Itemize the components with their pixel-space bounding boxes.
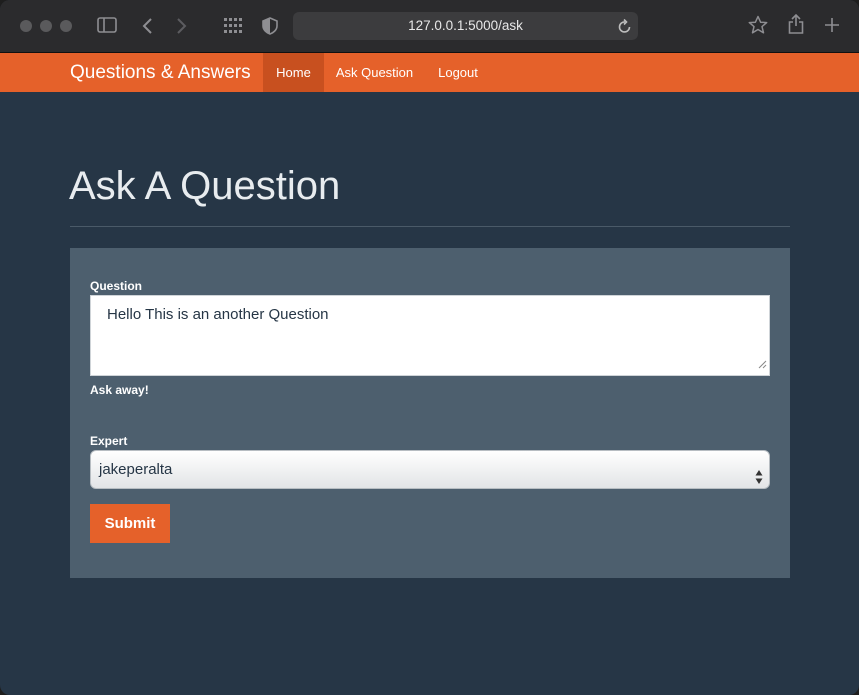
question-label: Question: [90, 279, 143, 293]
submit-button[interactable]: Submit: [90, 504, 170, 543]
browser-toolbar: 127.0.0.1:5000/ask: [0, 0, 859, 53]
question-textarea[interactable]: Hello This is an another Question: [90, 295, 770, 376]
share-icon[interactable]: [788, 14, 804, 34]
expert-select[interactable]: jakeperalta: [90, 450, 770, 489]
nav-logout[interactable]: Logout: [432, 53, 484, 92]
address-bar[interactable]: 127.0.0.1:5000/ask: [293, 12, 638, 40]
ask-question-form: Question Hello This is an another Questi…: [70, 248, 790, 578]
resize-handle-icon[interactable]: [758, 356, 767, 373]
expert-selected-value[interactable]: jakeperalta: [99, 461, 172, 478]
browser-window: 127.0.0.1:5000/ask Questions & Answers H…: [0, 0, 859, 695]
sidebar-toggle-icon[interactable]: [97, 17, 117, 33]
new-tab-plus-icon[interactable]: [824, 17, 840, 33]
reload-icon[interactable]: [618, 18, 632, 39]
forward-arrow-icon[interactable]: [176, 17, 188, 35]
nav-home[interactable]: Home: [263, 53, 324, 92]
brand-link[interactable]: Questions & Answers: [70, 53, 251, 92]
minimize-window-dot[interactable]: [40, 20, 52, 32]
select-arrows-icon: [755, 462, 763, 499]
question-help-text: Ask away!: [90, 383, 149, 397]
bookmark-star-icon[interactable]: [748, 15, 768, 35]
page-title: Ask A Question: [69, 164, 341, 208]
site-navbar: Questions & Answers Home Ask Question Lo…: [0, 53, 859, 92]
close-window-dot[interactable]: [20, 20, 32, 32]
address-url[interactable]: 127.0.0.1:5000/ask: [293, 12, 638, 40]
nav-ask-question[interactable]: Ask Question: [330, 53, 419, 92]
tab-overview-grid-icon[interactable]: [224, 18, 242, 34]
zoom-window-dot[interactable]: [60, 20, 72, 32]
title-divider: [70, 226, 790, 227]
privacy-shield-icon[interactable]: [262, 17, 278, 35]
back-arrow-icon[interactable]: [141, 17, 153, 35]
question-text[interactable]: Hello This is an another Question: [107, 306, 329, 323]
expert-label: Expert: [90, 434, 128, 448]
